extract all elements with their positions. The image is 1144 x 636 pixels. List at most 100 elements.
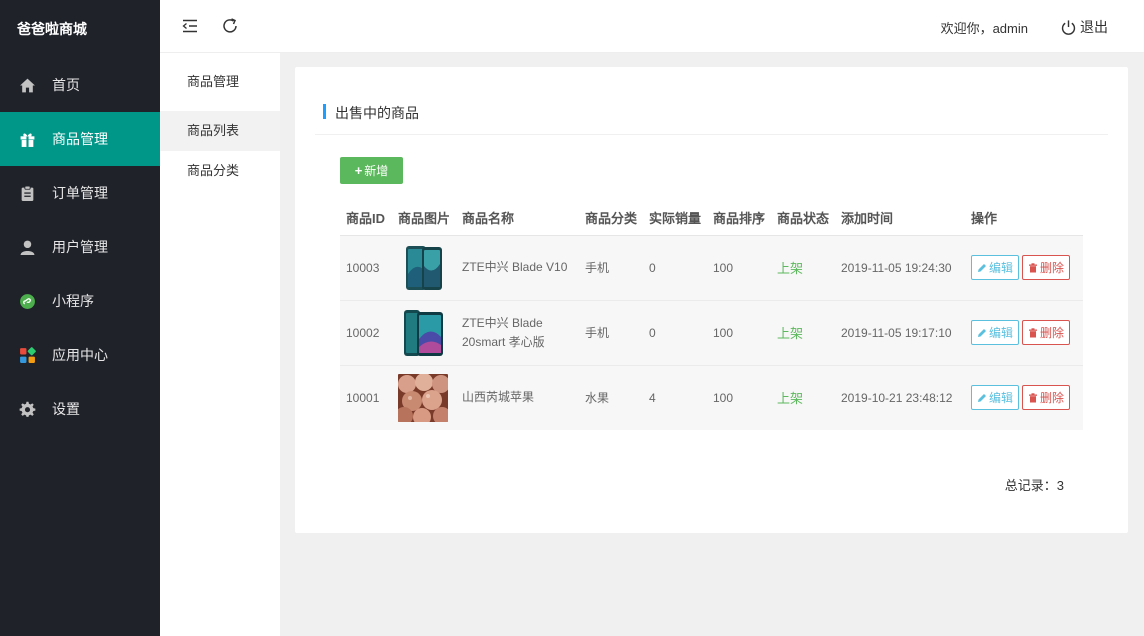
delete-button[interactable]: 删除 [1022,385,1071,411]
status-badge: 上架 [777,391,804,407]
edit-label: 编辑 [989,261,1014,275]
edit-label: 编辑 [989,326,1014,340]
column-header: 商品排序 [707,201,771,236]
cell-image [392,235,456,300]
cell-image [392,364,456,430]
subnav-item-goods-list[interactable]: 商品列表 [160,111,280,151]
top-header: 欢迎你，admin 退出 [160,0,1144,53]
sidebar-item-settings[interactable]: 设置 [0,382,160,436]
brand-logo[interactable]: 爸爸啦商城 [0,0,160,58]
logout-label: 退出 [1080,19,1108,35]
cell-status: 上架 [771,235,835,300]
sidebar: 爸爸啦商城 首页 商品管理 订单管理 用户管理 小程序 应用中心 设置 [0,0,160,636]
sidebar-item-label: 应用中心 [52,347,108,363]
sidebar-item-home[interactable]: 首页 [0,58,160,112]
delete-button[interactable]: 删除 [1022,320,1071,345]
user-icon [18,238,36,256]
gear-icon [18,400,36,418]
status-badge: 上架 [777,261,804,276]
cell-image [392,299,456,365]
cell-status: 上架 [771,364,835,430]
product-image[interactable] [398,243,448,292]
sidebar-item-label: 设置 [52,401,80,417]
cell-sales: 0 [643,299,707,365]
edit-button[interactable]: 编辑 [971,255,1020,280]
column-header: 实际销量 [643,201,707,236]
logout-button[interactable]: 退出 [1060,17,1108,37]
edit-button[interactable]: 编辑 [971,385,1020,411]
panel-title: 出售中的商品 [335,105,419,121]
cell-id: 10001 [340,364,392,430]
cell-actions: 编辑 删除 [965,299,1083,365]
pencil-icon [978,393,986,402]
column-header: 商品状态 [771,201,835,236]
edit-button[interactable]: 编辑 [971,320,1020,345]
subnav-item-goods-category[interactable]: 商品分类 [160,151,280,191]
sidebar-item-miniprogram[interactable]: 小程序 [0,274,160,328]
cell-id: 10003 [346,260,380,275]
cell-sales: 4 [643,364,707,430]
panel-header: 出售中的商品 [315,67,1108,135]
cell-time: 2019-11-05 19:24:30 [841,260,952,275]
sidebar-item-label: 首页 [52,77,80,93]
pencil-icon [978,263,986,272]
refresh-icon[interactable] [221,17,239,35]
trash-icon [1029,393,1038,403]
delete-label: 删除 [1040,261,1065,275]
column-header: 商品图片 [392,201,456,236]
miniprogram-icon [18,292,36,310]
sidebar-item-users[interactable]: 用户管理 [0,220,160,274]
delete-label: 删除 [1040,326,1065,340]
add-goods-button[interactable]: + 新增 [340,157,403,184]
delete-button[interactable]: 删除 [1022,255,1071,280]
delete-label: 删除 [1040,391,1065,406]
cell-name: 山西芮城苹果 [456,364,579,430]
cell-name: ZTE中兴 Blade 20smart 孝心版 [456,299,579,365]
trash-icon [1029,262,1038,272]
cell-category: 手机 [585,261,610,275]
cell-category: 手机 [579,299,643,365]
cell-status: 上架 [771,299,835,365]
clipboard-icon [18,184,36,202]
column-header: 商品分类 [579,201,643,236]
cell-time: 2019-11-05 19:17:10 [835,299,965,365]
title-accent-bar [323,104,326,119]
sidebar-item-label: 商品管理 [52,131,108,147]
column-header: 添加时间 [835,201,965,236]
cell-name: ZTE中兴 Blade V10 [462,260,568,274]
table-row: 10001 山西芮城苹果 水果 4 100 上架 2019-10-21 23:4… [340,364,1083,430]
welcome-text: 欢迎你，admin [940,21,1028,36]
subnav-title: 商品管理 [187,74,240,89]
cell-sort: 100 [707,364,771,430]
cell-actions: 编辑 删除 [965,364,1083,430]
collapse-menu-icon[interactable] [181,17,199,35]
goods-panel: 出售中的商品 + 新增 商品ID 商品图片 商品名称 商品分类 实际销量 商品排… [295,67,1128,533]
sidebar-item-label: 小程序 [52,293,94,309]
edit-label: 编辑 [989,391,1014,406]
product-image[interactable] [398,308,448,357]
sidebar-item-label: 订单管理 [52,185,108,201]
sidebar-item-goods[interactable]: 商品管理 [0,112,160,166]
table-row: 10002 ZTE中兴 Blade 20smart 孝心版 手机 0 100 上… [340,299,1083,365]
cell-sort: 100 [713,260,734,275]
power-icon [1061,19,1076,35]
sidebar-item-apps[interactable]: 应用中心 [0,328,160,382]
column-header: 操作 [965,201,1083,236]
table-row: 10003 ZTE中兴 Blade V10 手机 0 100 上架 2019-1… [340,235,1083,300]
sidebar-item-label: 用户管理 [52,239,108,255]
column-header: 商品名称 [456,201,579,236]
product-image[interactable] [398,373,448,422]
home-icon [18,76,36,94]
status-badge: 上架 [777,326,804,341]
apps-icon [18,346,36,364]
sub-navigation: 商品管理 商品列表 商品分类 [160,53,280,636]
cell-sales: 0 [649,260,656,275]
sidebar-item-orders[interactable]: 订单管理 [0,166,160,220]
trash-icon [1029,327,1038,337]
goods-table: 商品ID 商品图片 商品名称 商品分类 实际销量 商品排序 商品状态 添加时间 … [340,201,1083,430]
cell-id: 10002 [340,299,392,365]
cell-category: 水果 [579,364,643,430]
cell-sort: 100 [707,299,771,365]
column-header: 商品ID [340,201,392,236]
total-records: 总记录：3 [1004,478,1064,493]
